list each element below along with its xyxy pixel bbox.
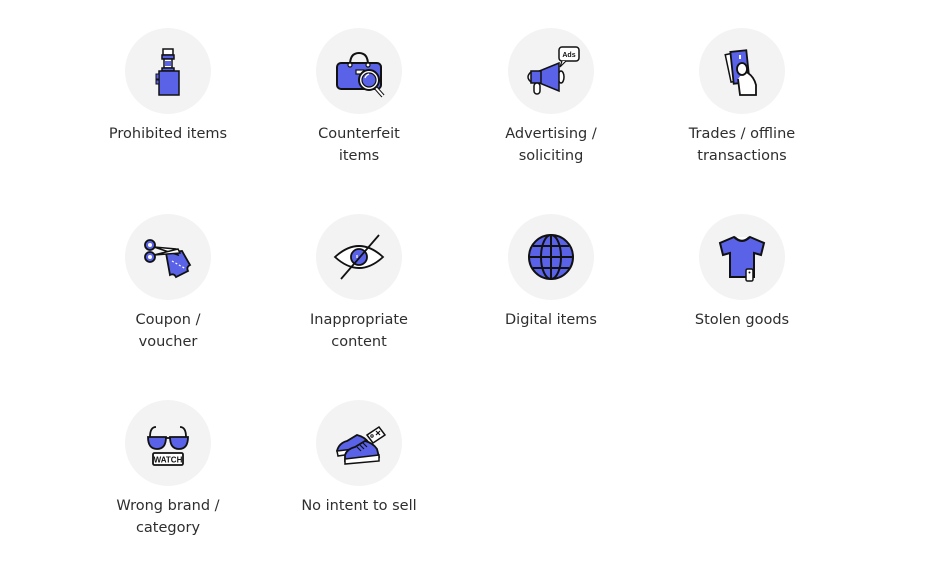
icon-circle [125,214,211,300]
icon-circle: WATCH [125,400,211,486]
icon-circle [316,28,402,114]
category-label: Wrong brand / category [116,498,220,536]
megaphone-ads-icon: Ads [527,46,580,95]
icon-circle [316,400,402,486]
icon-circle [316,214,402,300]
icon-circle: Ads [508,28,594,114]
globe-icon [528,234,574,280]
scissors-coupon-icon [144,239,192,279]
category-label: No intent to sell [301,498,417,514]
sneakers-tag-icon [336,425,387,465]
svg-text:Ads: Ads [562,52,575,59]
category-grid: Prohibited items Counterfeit items Ads A… [0,0,928,568]
icon-circle [125,28,211,114]
eye-slash-icon [333,234,385,280]
category-label: Prohibited items [108,126,228,142]
tshirt-tag-icon [718,235,766,282]
category-label: Inappropriate content [310,312,408,350]
vape-icon [155,48,180,96]
glasses-watch-icon: WATCH [147,426,189,466]
category-label: Digital items [505,312,597,328]
category-label: Advertising / soliciting [505,126,597,164]
icon-circle [699,214,785,300]
svg-text:WATCH: WATCH [154,456,183,465]
cash-hand-icon [724,49,757,96]
category-label: Stolen goods [694,312,790,328]
bag-magnifier-icon [336,51,385,98]
icon-circle [699,28,785,114]
category-label: Coupon / voucher [135,312,201,350]
category-label: Trades / offline transactions [688,126,796,164]
icon-circle [508,214,594,300]
category-label: Counterfeit items [318,126,400,164]
